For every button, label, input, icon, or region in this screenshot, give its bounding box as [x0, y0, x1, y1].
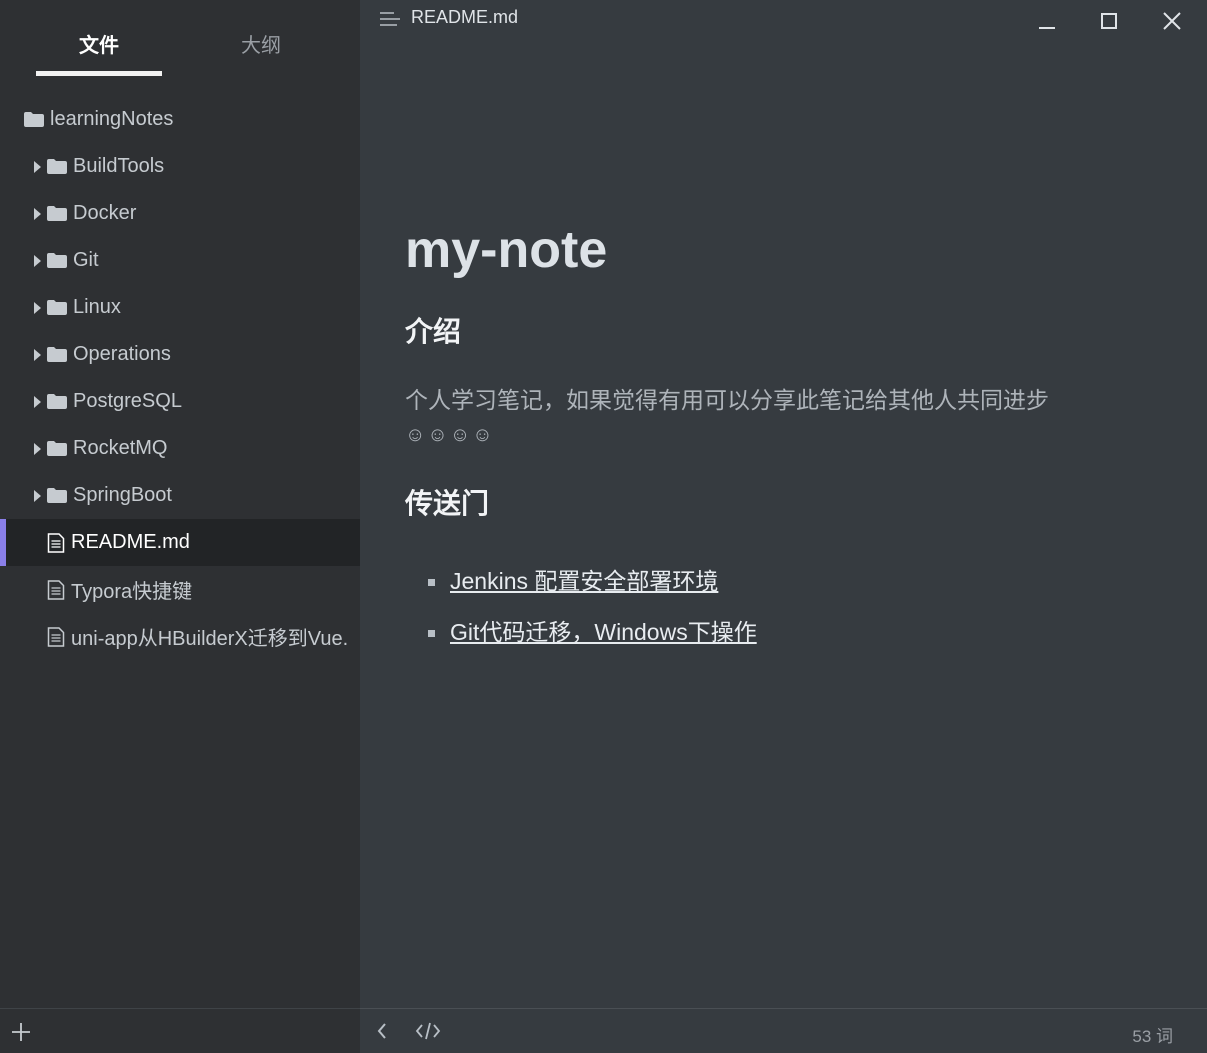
- document-heading: my-note: [405, 221, 608, 279]
- caret-right-icon[interactable]: [34, 395, 41, 408]
- links-heading: 传送门: [405, 488, 490, 519]
- smiley-emoji-text: ☺☺☺☺: [405, 424, 495, 446]
- editor-content[interactable]: my-note 介绍 个人学习笔记，如果觉得有用可以分享此笔记给其他人共同进步 …: [405, 210, 1165, 658]
- tree-item-label: learningNotes: [50, 108, 174, 130]
- document-title: README.md: [411, 7, 519, 27]
- status-bar: 53 词: [360, 1008, 1207, 1053]
- folder-icon: [47, 159, 67, 174]
- folder-icon: [47, 347, 67, 362]
- sidebar-footer: [0, 1008, 360, 1053]
- word-count[interactable]: 53 词: [1132, 1022, 1173, 1047]
- tree-root-learningnotes[interactable]: learningNotes: [0, 96, 360, 143]
- caret-right-icon[interactable]: [34, 301, 41, 314]
- maximize-icon[interactable]: [1096, 8, 1122, 34]
- tree-item-label: Docker: [73, 202, 137, 224]
- tree-folder-linux[interactable]: Linux: [0, 284, 360, 331]
- intro-heading: 介绍: [405, 316, 462, 347]
- sidebar: 文件 大纲 learningNotes BuildTools Docker Gi…: [0, 0, 360, 1008]
- tab-outline[interactable]: 大纲: [198, 32, 324, 60]
- folder-icon: [47, 394, 67, 409]
- caret-right-icon[interactable]: [34, 489, 41, 502]
- link-jenkins[interactable]: Jenkins 配置安全部署环境: [450, 568, 718, 594]
- links-list: Jenkins 配置安全部署环境 Git代码迁移，Windows下操作: [405, 556, 1165, 658]
- tree-item-label: BuildTools: [73, 155, 165, 177]
- active-tab-indicator: [36, 71, 162, 76]
- file-icon: [47, 626, 65, 647]
- file-tree: learningNotes BuildTools Docker Git Linu…: [0, 96, 360, 660]
- tree-item-label: PostgreSQL: [73, 390, 182, 412]
- caret-right-icon[interactable]: [34, 254, 41, 267]
- tree-folder-postgresql[interactable]: PostgreSQL: [0, 378, 360, 425]
- caret-right-icon[interactable]: [34, 348, 41, 361]
- tree-item-label: Git: [73, 249, 99, 271]
- tree-folder-springboot[interactable]: SpringBoot: [0, 472, 360, 519]
- minimize-icon[interactable]: [1034, 8, 1060, 34]
- tree-folder-rocketmq[interactable]: RocketMQ: [0, 425, 360, 472]
- folder-icon: [47, 300, 67, 315]
- file-icon: [47, 532, 65, 553]
- title-bar: README.md: [360, 0, 1207, 40]
- tree-item-label: uni-app从HBuilderX迁移到Vue.: [71, 628, 349, 650]
- back-arrow-icon[interactable]: [375, 1022, 389, 1040]
- tree-item-label: README.md: [71, 531, 190, 553]
- tree-folder-buildtools[interactable]: BuildTools: [0, 143, 360, 190]
- tree-item-label: SpringBoot: [73, 484, 172, 506]
- tree-file-readme[interactable]: README.md: [0, 519, 360, 566]
- folder-icon: [47, 253, 67, 268]
- folder-icon: [24, 112, 44, 127]
- tree-file-typora-shortcuts[interactable]: Typora快捷键: [0, 566, 360, 613]
- tree-item-label: Typora快捷键: [71, 581, 193, 603]
- tree-item-label: Linux: [73, 296, 121, 318]
- outline-toggle-icon[interactable]: [380, 11, 400, 27]
- folder-icon: [47, 206, 67, 221]
- caret-right-icon[interactable]: [34, 442, 41, 455]
- close-icon[interactable]: [1159, 8, 1185, 34]
- sidebar-tabs: 文件 大纲: [0, 0, 360, 80]
- tree-item-label: Operations: [73, 343, 171, 365]
- tree-folder-docker[interactable]: Docker: [0, 190, 360, 237]
- file-icon: [47, 579, 65, 600]
- intro-paragraph: 个人学习笔记，如果觉得有用可以分享此笔记给其他人共同进步: [405, 387, 1049, 413]
- source-code-icon[interactable]: [415, 1021, 441, 1041]
- list-item: Git代码迁移，Windows下操作: [428, 607, 1165, 658]
- caret-right-icon[interactable]: [34, 160, 41, 173]
- folder-icon: [47, 441, 67, 456]
- tree-folder-operations[interactable]: Operations: [0, 331, 360, 378]
- folder-icon: [47, 488, 67, 503]
- tab-files[interactable]: 文件: [36, 32, 162, 60]
- plus-icon[interactable]: [10, 1021, 32, 1043]
- tree-item-label: RocketMQ: [73, 437, 168, 459]
- caret-right-icon[interactable]: [34, 207, 41, 220]
- tree-folder-git[interactable]: Git: [0, 237, 360, 284]
- link-git-migration[interactable]: Git代码迁移，Windows下操作: [450, 619, 757, 645]
- list-item: Jenkins 配置安全部署环境: [428, 556, 1165, 607]
- tree-file-uniapp[interactable]: uni-app从HBuilderX迁移到Vue.: [0, 613, 360, 660]
